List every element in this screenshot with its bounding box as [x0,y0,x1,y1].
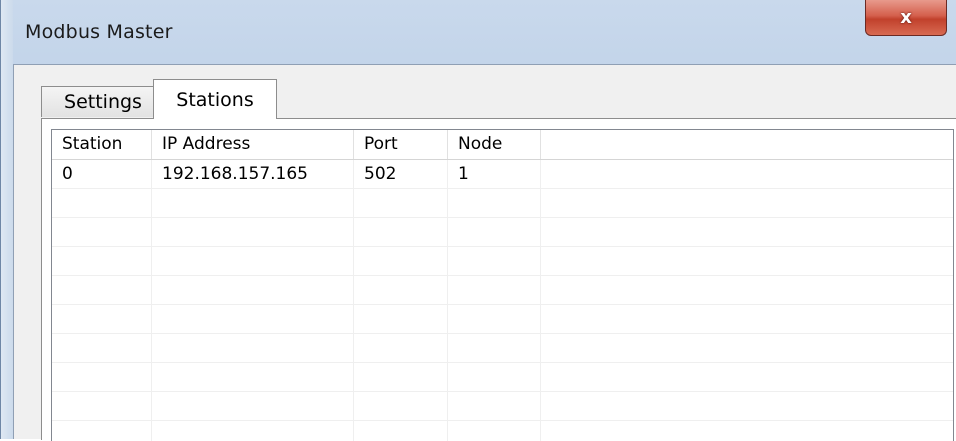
tab-settings[interactable]: Settings [41,86,165,117]
empty-row [52,218,953,247]
window-title: Modbus Master [25,21,173,43]
list-header: Station IP Address Port Node [52,130,953,160]
empty-row [52,305,953,334]
window-border [1,0,13,439]
column-header-node[interactable]: Node [448,130,541,159]
title-bar[interactable]: Modbus Master x [1,0,956,64]
empty-row [52,189,953,218]
tab-stations[interactable]: Stations [153,79,277,119]
cell-ip-address: 192.168.157.165 [162,164,309,184]
column-header-port[interactable]: Port [354,130,448,159]
empty-row [52,247,953,276]
cell-port: 502 [364,164,397,184]
empty-row [52,421,953,441]
column-header-filler [541,130,953,159]
stations-panel: Station IP Address Port Node 0 192.168.1… [41,118,956,441]
dialog-client-area: Settings Stations Station IP Address Por… [13,64,956,441]
dialog-window: Modbus Master x Settings Stations Statio… [0,0,956,441]
table-row[interactable]: 0 192.168.157.165 502 1 [52,160,953,189]
column-header-station[interactable]: Station [52,130,152,159]
column-header-ip-address[interactable]: IP Address [152,130,354,159]
cell-node: 1 [458,164,469,184]
empty-row [52,363,953,392]
cell-station: 0 [62,164,73,184]
close-button[interactable]: x [865,0,947,36]
empty-row [52,276,953,305]
empty-row [52,392,953,421]
stations-list[interactable]: Station IP Address Port Node 0 192.168.1… [51,129,954,441]
tab-settings-label: Settings [64,91,142,113]
empty-row [52,334,953,363]
tab-stations-label: Stations [176,88,254,111]
close-icon: x [900,7,912,28]
